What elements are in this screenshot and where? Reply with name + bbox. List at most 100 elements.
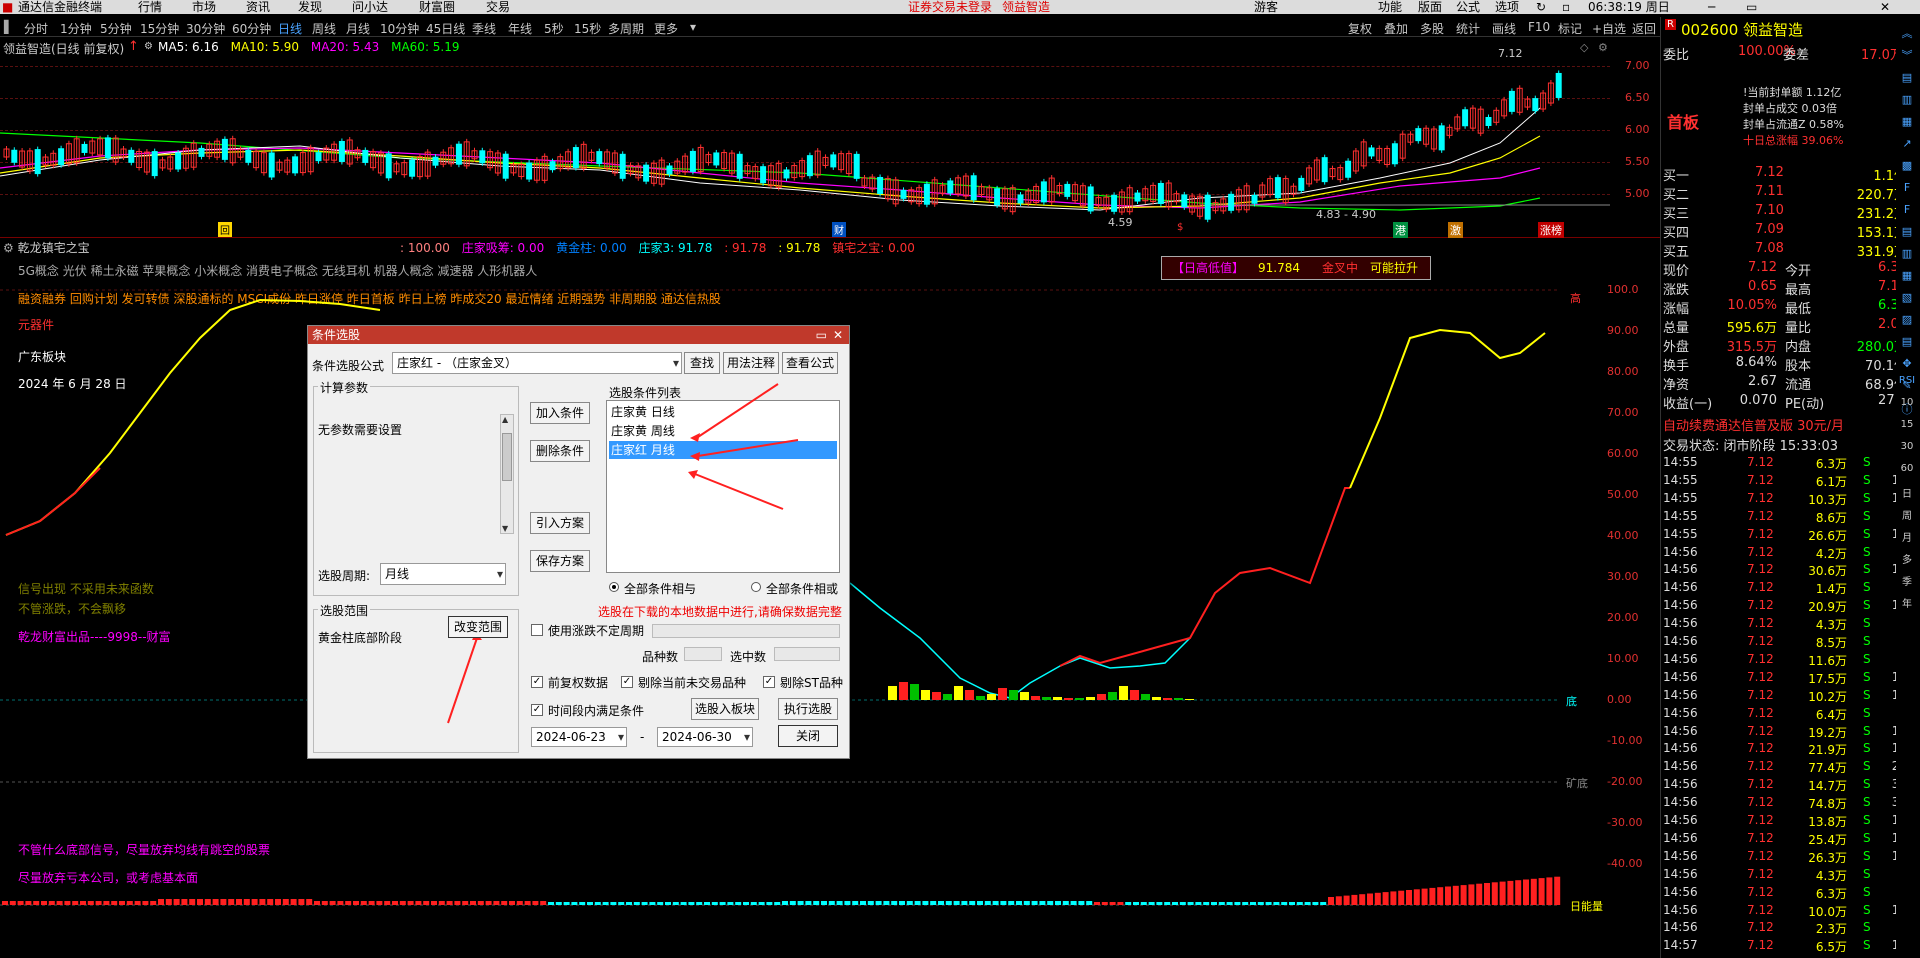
- period-10min[interactable]: 10分钟: [380, 20, 419, 37]
- date-to-input[interactable]: 2024-06-30 ▾: [657, 727, 753, 747]
- radio-and[interactable]: [609, 582, 619, 592]
- move-icon[interactable]: ✥: [1896, 357, 1918, 375]
- marker-cai[interactable]: 财: [832, 222, 846, 237]
- scroll-thumb[interactable]: [502, 433, 512, 481]
- side-period-label[interactable]: 30: [1896, 441, 1918, 459]
- side-period-label[interactable]: 周: [1896, 507, 1918, 525]
- btn-add-favorite[interactable]: +自选: [1592, 20, 1626, 37]
- side-period-label[interactable]: 月: [1896, 529, 1918, 547]
- dialog-minimize-icon[interactable]: ▭: [816, 326, 827, 344]
- period-15sec[interactable]: 15秒: [574, 20, 601, 37]
- chart-icon[interactable]: ▥: [1896, 93, 1918, 111]
- period-monthly[interactable]: 月线: [346, 20, 370, 37]
- promo-banner[interactable]: 自动续费通达信普及版 30元/月: [1663, 415, 1907, 434]
- btn-mark[interactable]: 标记: [1558, 20, 1582, 37]
- period-45day[interactable]: 45日线: [426, 20, 465, 37]
- delete-condition-button[interactable]: 删除条件: [530, 440, 590, 462]
- period-intraday[interactable]: 分时: [24, 20, 48, 37]
- f-icon[interactable]: F: [1896, 203, 1918, 221]
- menu-item-wealth[interactable]: 财富圈: [419, 0, 455, 14]
- btn-draw[interactable]: 画线: [1492, 20, 1516, 37]
- change-range-button[interactable]: 改变范围: [448, 616, 508, 638]
- run-select-button[interactable]: 执行选股: [778, 698, 838, 720]
- menu-item-news[interactable]: 资讯: [246, 0, 270, 14]
- side-period-label[interactable]: 多: [1896, 551, 1918, 569]
- period-more[interactable]: 更多: [654, 20, 678, 37]
- radio-or[interactable]: [751, 582, 761, 592]
- table-icon[interactable]: ▤: [1896, 225, 1918, 243]
- btn-rights[interactable]: 复权: [1348, 20, 1372, 37]
- import-plan-button[interactable]: 引入方案: [530, 512, 590, 534]
- time-range-checkbox[interactable]: ✓: [531, 704, 543, 716]
- bid-row[interactable]: 买一 7.12 1.1亿: [1663, 165, 1907, 184]
- menu-item-formula[interactable]: 公式: [1456, 0, 1480, 14]
- dialog-close-icon[interactable]: ✕: [833, 326, 843, 344]
- side-period-label[interactable]: 日: [1896, 485, 1918, 503]
- chevron-down-icon[interactable]: ▾: [690, 20, 696, 34]
- period-60min[interactable]: 60分钟: [232, 20, 271, 37]
- add-condition-button[interactable]: 加入条件: [530, 402, 590, 424]
- bid-row[interactable]: 买五 7.08 331.9万: [1663, 241, 1907, 260]
- btn-f10[interactable]: F10: [1528, 20, 1550, 34]
- login-notice[interactable]: 证券交易未登录: [908, 0, 992, 14]
- menu-item-function[interactable]: 功能: [1378, 0, 1402, 14]
- prerights-checkbox[interactable]: ✓: [531, 676, 543, 688]
- scroll-up-icon[interactable]: ▲: [502, 415, 508, 424]
- bar-icon[interactable]: ▨: [1896, 313, 1918, 331]
- marker-dollar[interactable]: $: [1177, 222, 1183, 233]
- grid-icon[interactable]: ▩: [1896, 159, 1918, 177]
- menu-item-layout[interactable]: 版面: [1418, 0, 1442, 14]
- period-5min[interactable]: 5分钟: [100, 20, 132, 37]
- marker-gang[interactable]: 港: [1393, 222, 1408, 238]
- period-weekly[interactable]: 周线: [312, 20, 336, 37]
- btn-overlay[interactable]: 叠加: [1384, 20, 1408, 37]
- down-icon[interactable]: ︾: [1896, 47, 1918, 65]
- menu-item-market[interactable]: 市场: [192, 0, 216, 14]
- side-period-label[interactable]: RSI: [1896, 375, 1918, 393]
- period-select[interactable]: 月线 ▾: [380, 563, 506, 585]
- stock-notice[interactable]: 领益智造: [1002, 0, 1050, 14]
- to-block-button[interactable]: 选股入板块: [691, 698, 759, 720]
- period-30min[interactable]: 30分钟: [186, 20, 225, 37]
- trend-icon[interactable]: ↗: [1896, 137, 1918, 155]
- refresh-icon[interactable]: ↻: [1536, 0, 1546, 14]
- side-period-label[interactable]: 10: [1896, 397, 1918, 415]
- close-icon[interactable]: ✕: [1880, 0, 1890, 14]
- unfixed-period-input[interactable]: [652, 624, 840, 638]
- f-icon[interactable]: F: [1896, 181, 1918, 199]
- marker-zhangbang[interactable]: 涨榜: [1538, 222, 1564, 238]
- btn-multi-stock[interactable]: 多股: [1420, 20, 1444, 37]
- menu-item-discover[interactable]: 发现: [298, 0, 322, 14]
- scroll-down-icon[interactable]: ▼: [502, 524, 508, 533]
- period-daily[interactable]: 日线: [278, 20, 302, 37]
- bid-row[interactable]: 买四 7.09 153.1万: [1663, 222, 1907, 241]
- marker-ji[interactable]: 激: [1448, 222, 1463, 238]
- table-icon[interactable]: ▦: [1896, 269, 1918, 287]
- period-quarter[interactable]: 季线: [472, 20, 496, 37]
- table-icon[interactable]: ▥: [1896, 247, 1918, 265]
- date-from-input[interactable]: 2024-06-23 ▾: [531, 727, 627, 747]
- bid-row[interactable]: 买三 7.10 231.2万: [1663, 203, 1907, 222]
- menu-item-quotes[interactable]: 行情: [138, 0, 162, 14]
- dialog-titlebar[interactable]: 条件选股 ▭ ✕: [308, 326, 849, 344]
- period-1min[interactable]: 1分钟: [60, 20, 92, 37]
- list-icon[interactable]: ▦: [1896, 115, 1918, 133]
- chart-icon[interactable]: ▤: [1896, 335, 1918, 353]
- minimize-icon[interactable]: ─: [1708, 0, 1715, 14]
- period-year[interactable]: 年线: [508, 20, 532, 37]
- btn-statistics[interactable]: 统计: [1456, 20, 1480, 37]
- side-period-label[interactable]: 季: [1896, 573, 1918, 591]
- remove-untraded-checkbox[interactable]: ✓: [621, 676, 633, 688]
- menu-item-trade[interactable]: 交易: [486, 0, 510, 14]
- remove-st-checkbox[interactable]: ✓: [763, 676, 775, 688]
- side-period-label[interactable]: 年: [1896, 595, 1918, 613]
- params-scrollbar[interactable]: ▲ ▼: [500, 414, 514, 534]
- side-period-label[interactable]: 60: [1896, 463, 1918, 481]
- btn-back[interactable]: 返回: [1632, 20, 1656, 37]
- kline-chart-panel[interactable]: 领益智造(日线 前复权) ↑ ⚙ MA5: 6.16 MA10: 5.90 MA…: [0, 38, 1660, 238]
- close-dialog-button[interactable]: 关闭: [778, 725, 838, 747]
- save-icon[interactable]: ▫: [1562, 0, 1570, 14]
- period-5sec[interactable]: 5秒: [544, 20, 564, 37]
- period-15min[interactable]: 15分钟: [140, 20, 179, 37]
- period-multi[interactable]: 多周期: [608, 20, 644, 37]
